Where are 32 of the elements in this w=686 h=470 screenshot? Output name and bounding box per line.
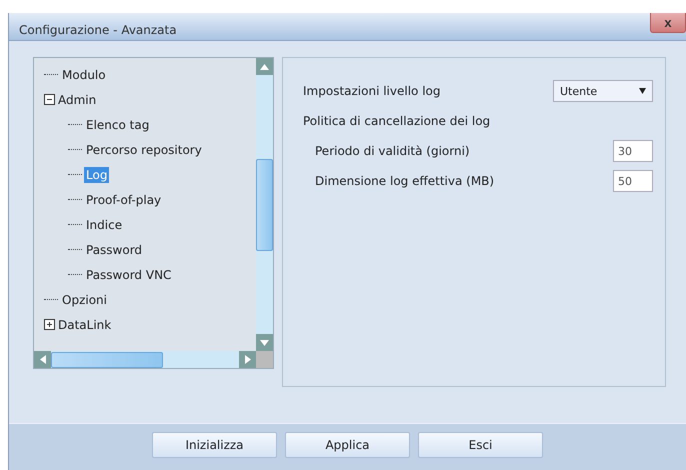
level-dropdown[interactable]: Utente <box>553 80 653 102</box>
dialog-button[interactable]: Inizializza <box>152 432 277 458</box>
dialog-button[interactable]: Esci <box>418 432 543 458</box>
scrollbar-corner <box>256 351 273 368</box>
tree-item[interactable]: Modulo <box>60 66 108 83</box>
right-arrow-icon <box>244 355 250 364</box>
input-field[interactable]: 50 <box>613 170 653 192</box>
tree-item[interactable]: Percorso repository <box>84 142 204 158</box>
tree-item[interactable]: Opzioni <box>60 292 109 308</box>
tree-item[interactable]: Admin <box>56 92 98 108</box>
vertical-scrollbar[interactable] <box>256 58 273 352</box>
tree-item[interactable]: Proof-of-play <box>84 192 164 208</box>
tree-item[interactable]: DataLink <box>56 316 114 333</box>
setting-label: Periodo di validità (giorni) <box>315 144 470 158</box>
left-arrow-icon <box>40 355 46 364</box>
collapse-toggle-icon[interactable] <box>44 94 55 106</box>
setting-label: Dimensione log effettiva (MB) <box>315 174 494 188</box>
window-title: Configurazione - Avanzata <box>19 22 177 37</box>
tree-item[interactable]: Indice <box>84 216 124 233</box>
input-field[interactable]: 30 <box>613 140 653 162</box>
up-arrow-icon <box>260 64 269 70</box>
section-label: Politica di cancellazione dei log <box>303 114 490 128</box>
down-arrow-icon <box>260 340 269 346</box>
tree-item[interactable]: Password <box>84 242 144 258</box>
setting-label: Impostazioni livello log <box>303 84 440 98</box>
horizontal-scrollbar[interactable] <box>34 351 256 368</box>
tree-item[interactable]: Elenco tag <box>84 116 152 133</box>
dialog-button[interactable]: Applica <box>285 432 410 458</box>
collapse-toggle-icon[interactable] <box>44 319 55 330</box>
dropdown-arrow-icon <box>639 88 646 94</box>
tree-item[interactable]: Password VNC <box>84 266 174 283</box>
close-button[interactable]: x <box>650 13 686 33</box>
